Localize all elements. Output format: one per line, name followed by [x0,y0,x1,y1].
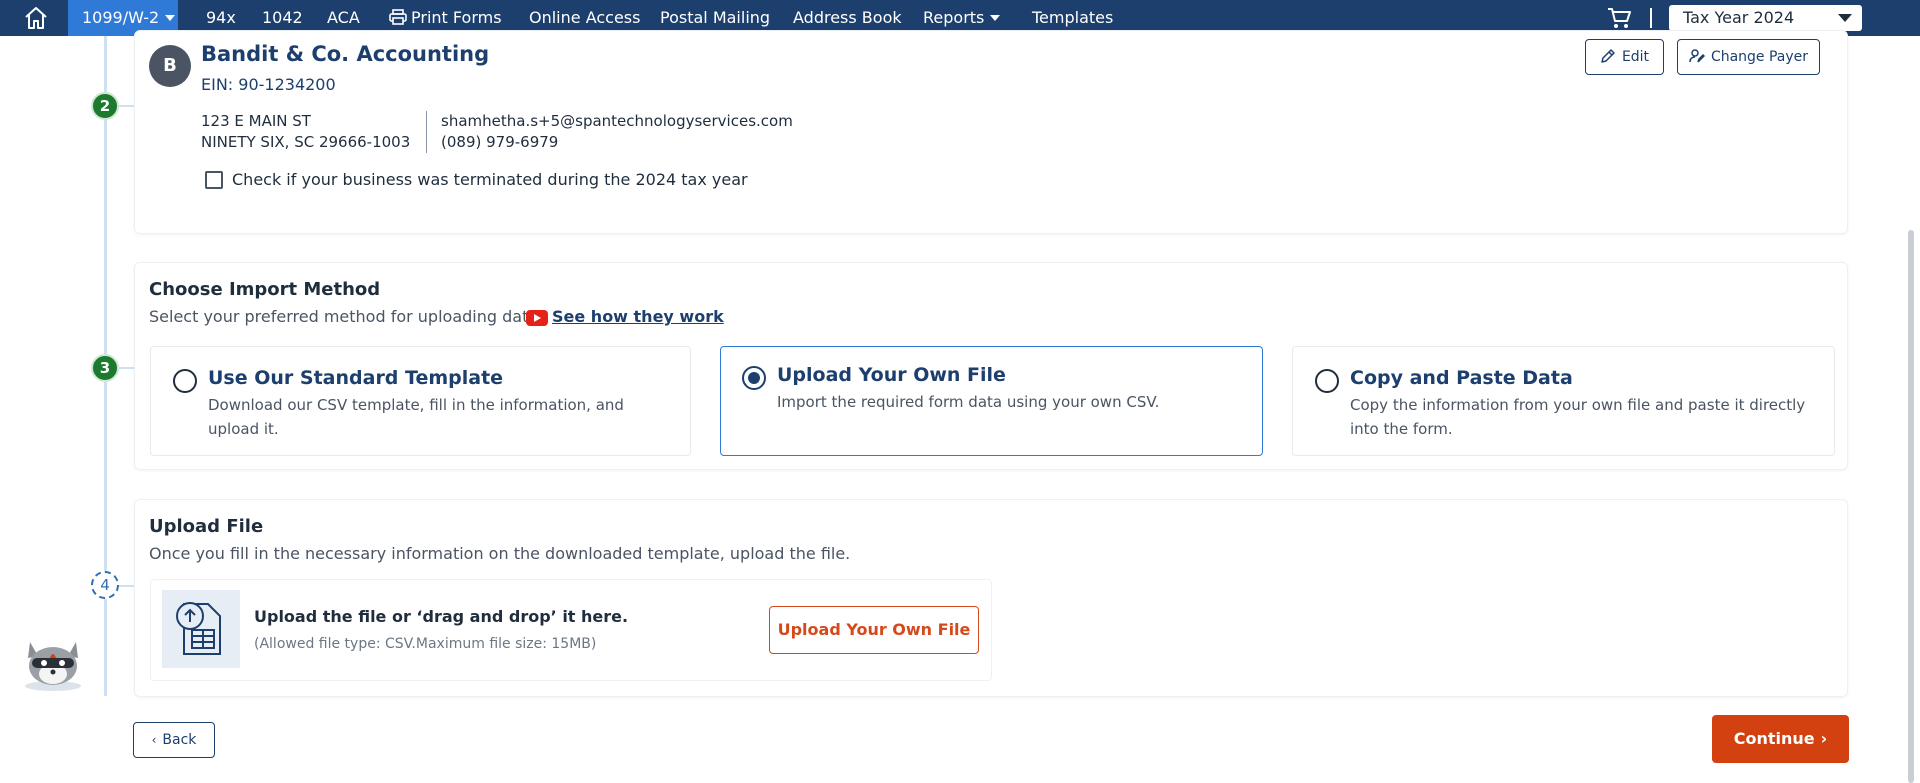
payer-name: Bandit & Co. Accounting [201,42,490,66]
radio-copy-paste[interactable] [1315,369,1339,393]
payer-address-line1: 123 E MAIN ST [201,112,311,130]
option-upload-own-file[interactable]: Upload Your Own File Import the required… [720,346,1263,456]
printer-icon [389,9,407,25]
option-title: Use Our Standard Template [208,367,504,389]
chevron-left-icon: ‹ [151,733,157,747]
nav-divider [1650,8,1652,28]
option-copy-paste[interactable]: Copy and Paste Data Copy the information… [1292,346,1835,456]
option-title: Upload Your Own File [777,364,1006,386]
payer-ein: EIN: 90-1234200 [201,75,336,94]
continue-button-label: Continue [1733,729,1815,748]
drop-zone-title: Upload the file or ‘drag and drop’ it he… [254,607,629,626]
edit-button[interactable]: Edit [1585,39,1664,75]
edit-button-label: Edit [1621,49,1650,65]
pencil-icon [1601,48,1615,63]
chevron-down-icon [990,14,1001,21]
radio-upload-own-file[interactable] [742,366,766,390]
nav-item-label: 1099/W-2 [82,8,160,27]
payer-email: shamhetha.s+5@spantechnologyservices.com [441,112,793,130]
option-title: Copy and Paste Data [1350,367,1573,389]
page-scrollbar[interactable] [1908,230,1914,783]
back-button-label: Back [162,732,197,748]
cart-icon[interactable] [1606,6,1632,30]
see-how-they-work-link[interactable]: See how they work [552,307,724,326]
option-standard-template[interactable]: Use Our Standard Template Download our C… [150,346,691,456]
change-payer-button-label: Change Payer [1710,49,1809,65]
nav-item-label: Reports [923,8,985,27]
contact-divider [426,111,427,153]
drop-zone-hint: (Allowed file type: CSV.Maximum file siz… [254,636,597,652]
step-4-badge: 4 [91,571,119,599]
upload-file-title: Upload File [149,516,264,537]
upload-file-subtitle: Once you fill in the necessary informati… [149,544,851,563]
change-payer-button[interactable]: Change Payer [1677,39,1820,75]
continue-button[interactable]: Continue › [1712,715,1849,763]
terminated-checkbox-label[interactable]: Check if your business was terminated du… [232,170,748,189]
user-edit-icon [1689,48,1705,63]
chevron-down-icon [1838,14,1852,22]
fox-mascot-icon[interactable] [20,630,86,692]
home-icon[interactable] [22,4,50,32]
step-3-badge: 3 [91,354,119,382]
youtube-icon [526,310,548,326]
nav-item-label: Print Forms [411,8,502,27]
payer-address-line2: NINETY SIX, SC 29666-1003 [201,133,411,151]
back-button[interactable]: ‹ Back [133,722,215,758]
option-description: Download our CSV template, fill in the i… [208,396,624,438]
csv-file-upload-icon [162,590,240,668]
terminated-checkbox[interactable] [205,171,223,189]
chevron-right-icon: › [1820,729,1828,748]
chevron-down-icon [165,14,176,21]
payer-phone: (089) 979-6979 [441,133,559,151]
upload-own-file-button[interactable]: Upload Your Own File [769,606,979,654]
import-method-subtitle: Select your preferred method for uploadi… [149,307,544,326]
import-method-title: Choose Import Method [149,279,381,300]
avatar: B [149,45,191,87]
option-description: Copy the information from your own file … [1350,396,1806,438]
step-2-badge: 2 [91,92,119,120]
tax-year-select[interactable]: Tax Year 2024 (Current) [1669,5,1862,53]
step-connector [118,105,134,107]
radio-standard-template[interactable] [173,369,197,393]
option-description: Import the required form data using your… [777,393,1160,411]
